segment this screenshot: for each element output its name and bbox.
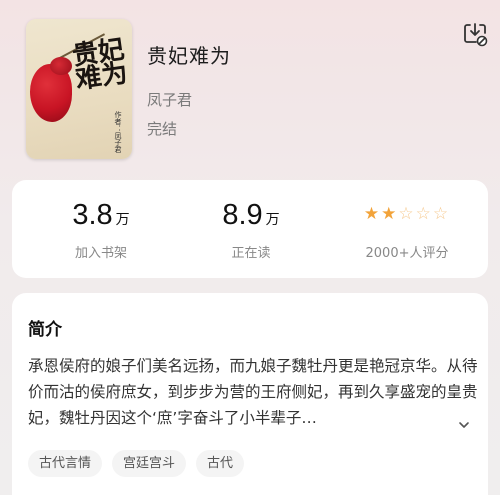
stat-unit: 万 xyxy=(115,211,130,227)
book-cover[interactable]: 贵妃难为 作者：凤子君 xyxy=(26,19,132,159)
intro-heading: 简介 xyxy=(28,320,62,340)
star-empty-icon: ☆ xyxy=(432,204,451,224)
chevron-down-icon[interactable] xyxy=(457,417,471,431)
stat-number: 3.8 xyxy=(72,199,113,231)
stat-reading-value: 8.9 万 xyxy=(176,199,326,232)
book-title: 贵妃难为 xyxy=(147,44,231,68)
stat-reading-label: 正在读 xyxy=(231,246,271,261)
stat-unit: 万 xyxy=(265,211,280,227)
intro-text[interactable]: 承恩侯府的娘子们美名远扬，而九娘子魏牡丹更是艳冠京华。从待价而沽的侯府庶女，到步… xyxy=(28,353,480,431)
cover-title: 贵妃难为 xyxy=(70,34,130,96)
tag-chip[interactable]: 古代言情 xyxy=(28,450,103,477)
rating-label: 2000+人评分 xyxy=(365,246,449,261)
cover-flower-bud xyxy=(50,57,72,75)
intro-card: 简介 承恩侯府的娘子们美名远扬，而九娘子魏牡丹更是艳冠京华。从待价而沽的侯府庶女… xyxy=(12,293,488,495)
stat-rating[interactable]: ★★☆☆☆ 2000+人评分 xyxy=(332,180,482,278)
stat-bookshelf: 3.8 万 加入书架 xyxy=(26,180,176,278)
rating-stars: ★★☆☆☆ xyxy=(332,204,482,224)
book-author[interactable]: 凤子君 xyxy=(147,89,192,110)
star-filled-icon: ★ xyxy=(381,204,399,224)
stat-number: 8.9 xyxy=(222,199,263,231)
book-status: 完结 xyxy=(147,120,178,138)
stat-reading: 8.9 万 正在读 xyxy=(176,180,326,278)
tag-chip[interactable]: 宫廷宫斗 xyxy=(112,450,187,477)
download-icon[interactable] xyxy=(462,21,488,47)
book-header: 贵妃难为 作者：凤子君 贵妃难为 凤子君 完结 xyxy=(0,0,500,175)
star-filled-icon: ★ xyxy=(363,204,382,224)
stat-bookshelf-value: 3.8 万 xyxy=(26,199,176,232)
stats-card: 3.8 万 加入书架 8.9 万 正在读 ★★☆☆☆ 2000+人评分 xyxy=(12,180,488,278)
cover-subtitle: 作者：凤子君 xyxy=(114,111,122,153)
star-empty-icon: ☆ xyxy=(398,204,416,224)
tag-list: 古代言情 宫廷宫斗 古代 xyxy=(28,450,254,477)
star-empty-icon: ☆ xyxy=(415,204,433,224)
tag-chip[interactable]: 古代 xyxy=(196,450,245,477)
stat-bookshelf-label: 加入书架 xyxy=(74,246,127,261)
